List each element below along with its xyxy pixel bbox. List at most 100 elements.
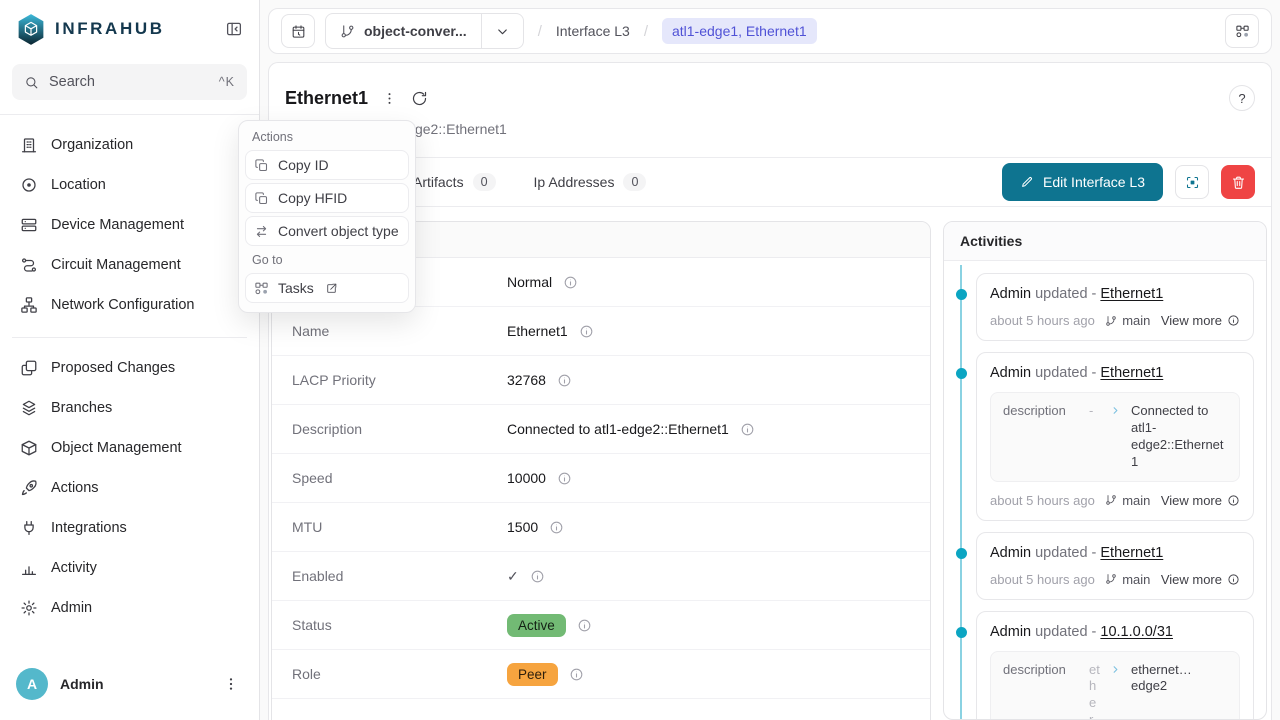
info-icon[interactable] [577,618,592,633]
table-row: MTU 1500 [272,503,930,552]
building-icon [20,136,38,154]
tab-artifacts-count: 0 [473,173,496,191]
breadcrumb-interface-l3[interactable]: Interface L3 [556,23,630,39]
breadcrumb-current-object[interactable]: atl1-edge1, Ethernet1 [662,18,817,44]
table-row [272,699,930,720]
diff-new-value: ethernet… edge2 [1131,662,1227,696]
git-branch-icon [1105,573,1117,585]
refresh-icon[interactable] [411,90,428,107]
sidebar-item-branches[interactable]: Branches [12,388,247,428]
menu-section-label: Actions [245,126,409,150]
activity-action: updated - [1035,365,1096,381]
info-icon[interactable] [549,520,564,535]
help-button[interactable]: ? [1229,85,1255,111]
search-shortcut: ^K [219,75,235,89]
activity-entry: Admin updated - 10.1.0.0/31 description … [976,611,1254,719]
row-value: 1500 [507,519,538,535]
branch-name: object-conver... [364,23,467,39]
activity-time: about 5 hours ago [990,313,1095,328]
sidebar-item-admin[interactable]: Admin [12,588,247,628]
table-row: LACP Priority 32768 [272,356,930,405]
sidebar-item-object-management[interactable]: Object Management [12,428,247,468]
info-icon[interactable] [563,275,578,290]
sidebar-item-actions[interactable]: Actions [12,468,247,508]
tasks-button[interactable] [1225,14,1259,48]
menu-item-convert-object-type[interactable]: Convert object type [245,216,409,246]
diff-old-value: - [1089,403,1100,420]
breadcrumb-separator: / [640,23,652,40]
box-icon [20,439,38,457]
table-row: Status Active [272,601,930,650]
avatar[interactable]: A [16,668,48,700]
activity-diff: description - Connected to atl1-edge2::E… [990,392,1240,482]
chevron-down-icon[interactable] [481,14,523,48]
activity-object-link[interactable]: Ethernet1 [1100,365,1163,381]
activity-object-link[interactable]: Ethernet1 [1100,545,1163,561]
tab-ip-addresses-count: 0 [623,173,646,191]
info-icon[interactable] [530,569,545,584]
view-more-link[interactable]: View more [1161,572,1240,587]
sidebar-item-location[interactable]: Location [12,165,247,205]
sidebar-item-device-management[interactable]: Device Management [12,205,247,245]
row-value: Normal [507,274,552,290]
role-badge: Peer [507,663,558,686]
route-icon [20,256,38,274]
activities-timeline: Admin updated - Ethernet1 about 5 hours … [944,261,1266,719]
sidebar-item-proposed-changes[interactable]: Proposed Changes [12,348,247,388]
view-more-link[interactable]: View more [1161,493,1240,508]
activity-diff: description ethernet1.atl1-edge1 etherne… [990,651,1240,719]
user-menu-kebab-icon[interactable] [219,672,243,696]
info-icon[interactable] [579,324,594,339]
info-icon[interactable] [557,471,572,486]
sidebar-item-integrations[interactable]: Integrations [12,508,247,548]
diff-field: description [1003,662,1079,677]
info-icon[interactable] [569,667,584,682]
branch-selector[interactable]: object-conver... [325,13,524,49]
diff-arrow-icon [1110,664,1121,675]
delete-button[interactable] [1221,165,1255,199]
manage-groups-button[interactable] [1175,165,1209,199]
git-branch-icon [340,24,355,39]
info-icon[interactable] [740,422,755,437]
row-value: Connected to atl1-edge2::Ethernet1 [507,421,729,437]
main-area: object-conver... / Interface L3 / atl1-e… [260,0,1280,720]
activity-object-link[interactable]: Ethernet1 [1100,286,1163,302]
activity-time: about 5 hours ago [990,493,1095,508]
sidebar-item-activity[interactable]: Activity [12,548,247,588]
brand-wordmark: INFRAHUB [55,19,216,39]
info-icon [1227,314,1240,327]
activity-branch: main [1105,572,1150,587]
tasks-icon [1235,24,1250,39]
menu-item-tasks[interactable]: Tasks [245,273,409,303]
sidebar-item-organization[interactable]: Organization [12,125,247,165]
activity-entry: Admin updated - Ethernet1 description - … [976,352,1254,521]
breadcrumb-separator: / [534,23,546,40]
activity-action: updated - [1035,545,1096,561]
infrahub-logo-icon [16,13,46,46]
edit-interface-button[interactable]: Edit Interface L3 [1002,163,1163,201]
diff-new-value: Connected to atl1-edge2::Ethernet1 [1131,403,1227,471]
diff-field: description [1003,403,1079,418]
tab-ip-addresses[interactable]: Ip Addresses 0 [534,173,647,191]
activity-actor: Admin [990,545,1031,561]
activity-action: updated - [1035,624,1096,640]
sidebar-item-network-configuration[interactable]: Network Configuration [12,285,247,325]
activity-object-link[interactable]: 10.1.0.0/31 [1100,624,1173,640]
view-more-link[interactable]: View more [1161,313,1240,328]
location-icon [20,176,38,194]
search-input[interactable]: Search ^K [12,64,247,100]
menu-item-copy-id[interactable]: Copy ID [245,150,409,180]
object-menu-kebab-icon[interactable] [382,91,397,106]
time-travel-button[interactable] [281,14,315,48]
sidebar-collapse-icon[interactable] [225,20,243,38]
info-icon[interactable] [557,373,572,388]
copy-icon [254,158,269,173]
diff-old-value: ethernet1.atl1-edge1 [1089,662,1100,719]
activity-actor: Admin [990,624,1031,640]
activity-branch: main [1105,313,1150,328]
menu-item-copy-hfid[interactable]: Copy HFID [245,183,409,213]
search-placeholder: Search [49,74,209,90]
menu-section-label: Go to [245,249,409,273]
sidebar-item-circuit-management[interactable]: Circuit Management [12,245,247,285]
tab-artifacts[interactable]: Artifacts 0 [413,173,496,191]
